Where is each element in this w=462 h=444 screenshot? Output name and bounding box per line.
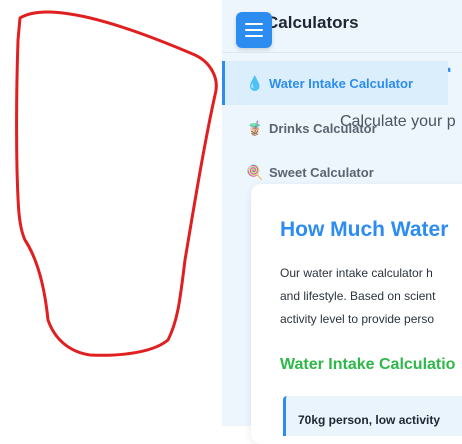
hamburger-menu-icon — [245, 23, 263, 25]
card-heading: How Much Water — [280, 218, 449, 241]
header-divider — [222, 52, 462, 53]
paragraph-line: and lifestyle. Based on scient — [280, 289, 436, 303]
hamburger-menu-icon — [245, 35, 263, 37]
water-drop-icon: 💧 — [246, 74, 264, 91]
sidebar-item-label: Water Intake Calculator — [269, 75, 414, 91]
menu-toggle-button[interactable] — [236, 12, 272, 48]
sidebar-item-water-intake[interactable]: 💧 Water Intake Calculator — [222, 61, 448, 105]
sidebar-title: Calculators — [266, 13, 359, 32]
sidebar-item-label: Drinks Calculator — [269, 120, 377, 136]
card-paragraph: Our water intake calculator h and lifest… — [280, 262, 462, 331]
red-scribble-annotation — [15, 10, 218, 357]
example-text: 70kg person, low activity — [298, 413, 441, 427]
sidebar-item-label: Sweet Calculator — [269, 164, 374, 180]
card-subheading: Water Intake Calculatio — [280, 356, 456, 373]
candy-icon: 🍭 — [246, 163, 264, 180]
hamburger-menu-icon — [245, 29, 263, 31]
sidebar-item-drinks[interactable]: 🧋 Drinks Calculator — [222, 106, 448, 150]
paragraph-line: Our water intake calculator h — [280, 266, 433, 280]
drink-cup-icon: 🧋 — [246, 119, 264, 136]
paragraph-line: activity level to provide perso — [280, 312, 435, 326]
